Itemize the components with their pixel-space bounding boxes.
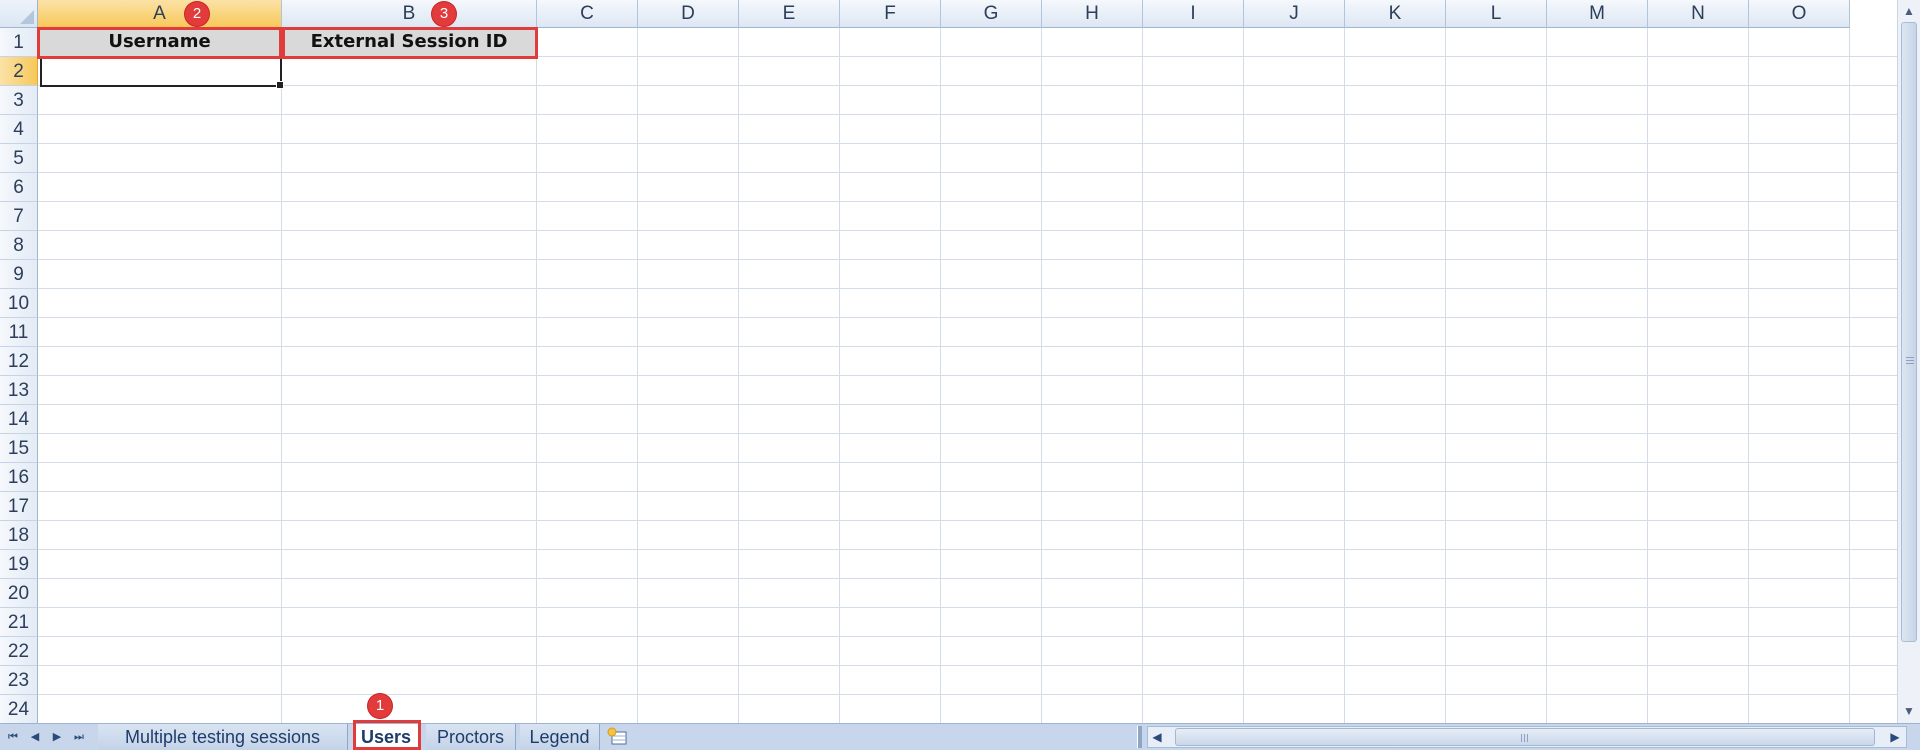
gridline-horizontal (38, 288, 1897, 289)
gridline-horizontal (38, 578, 1897, 579)
row-header-15[interactable]: 15 (0, 434, 38, 463)
gridline-horizontal (38, 694, 1897, 695)
gridline-horizontal (38, 346, 1897, 347)
annotation-badge-3: 3 (432, 2, 456, 26)
insert-sheet-icon[interactable] (607, 727, 629, 747)
row-header-2[interactable]: 2 (0, 57, 38, 86)
gridline-horizontal (38, 114, 1897, 115)
scroll-right-icon[interactable]: ▶ (1885, 726, 1905, 748)
gridline-horizontal (38, 317, 1897, 318)
row-header-13[interactable]: 13 (0, 376, 38, 405)
row-header-7[interactable]: 7 (0, 202, 38, 231)
horizontal-scroll-thumb[interactable] (1175, 728, 1875, 746)
column-header-g[interactable]: G (941, 0, 1042, 28)
column-header-l[interactable]: L (1446, 0, 1547, 28)
row-header-3[interactable]: 3 (0, 86, 38, 115)
row-header-19[interactable]: 19 (0, 550, 38, 579)
active-cell-a2[interactable] (40, 57, 284, 89)
row-header-12[interactable]: 12 (0, 347, 38, 376)
horizontal-scrollbar[interactable]: ◀ ▶ (1147, 726, 1920, 748)
row-header-24[interactable]: 24 (0, 695, 38, 723)
row-header-11[interactable]: 11 (0, 318, 38, 347)
gridline-horizontal (38, 172, 1897, 173)
column-header-i[interactable]: I (1143, 0, 1244, 28)
sheet-tab-users[interactable]: Users (353, 724, 419, 750)
gridline-horizontal (38, 230, 1897, 231)
prev-sheet-icon[interactable]: ◀ (26, 728, 44, 746)
scroll-down-icon[interactable]: ▼ (1898, 700, 1920, 722)
row-header-10[interactable]: 10 (0, 289, 38, 318)
row-header-22[interactable]: 22 (0, 637, 38, 666)
vertical-scrollbar[interactable]: ▲ ▼ (1897, 0, 1920, 723)
sheet-tab-proctors[interactable]: Proctors (426, 724, 516, 750)
gridline-horizontal (38, 433, 1897, 434)
grip-icon (1906, 357, 1914, 365)
row-header-17[interactable]: 17 (0, 492, 38, 521)
column-header-a[interactable]: A (38, 0, 282, 28)
column-header-d[interactable]: D (638, 0, 739, 28)
column-header-e[interactable]: E (739, 0, 840, 28)
row-header-16[interactable]: 16 (0, 463, 38, 492)
row-header-5[interactable]: 5 (0, 144, 38, 173)
sheet-tab-legend[interactable]: Legend (520, 724, 600, 750)
sheet-tab-bar: ⏮ ◀ ▶ ⏭ Multiple testing sessions Users … (0, 694, 1920, 750)
column-header-j[interactable]: J (1244, 0, 1345, 28)
select-all-corner[interactable] (0, 0, 38, 28)
gridline-horizontal (38, 201, 1897, 202)
scroll-up-icon[interactable]: ▲ (1898, 0, 1920, 22)
gridline-horizontal (38, 636, 1897, 637)
next-sheet-icon[interactable]: ▶ (48, 728, 66, 746)
gridline-horizontal (38, 143, 1897, 144)
column-header-n[interactable]: N (1648, 0, 1749, 28)
gridline-horizontal (38, 665, 1897, 666)
cell-a1-username[interactable]: Username (38, 28, 282, 57)
vertical-scroll-thumb[interactable] (1901, 22, 1917, 642)
gridline-horizontal (38, 375, 1897, 376)
gridline-horizontal (38, 85, 1897, 86)
column-header-c[interactable]: C (537, 0, 638, 28)
gridline-horizontal (38, 259, 1897, 260)
select-all-triangle-icon (20, 10, 34, 24)
fill-handle[interactable] (276, 81, 284, 89)
cell-b1-external-session-id[interactable]: External Session ID (282, 28, 537, 57)
column-header-b[interactable]: B (282, 0, 537, 28)
last-sheet-icon[interactable]: ⏭ (70, 728, 88, 746)
row-header-21[interactable]: 21 (0, 608, 38, 637)
first-sheet-icon[interactable]: ⏮ (4, 728, 22, 746)
gridline-horizontal (38, 607, 1897, 608)
gridline-horizontal (38, 549, 1897, 550)
row-header-23[interactable]: 23 (0, 666, 38, 695)
gridline-horizontal (38, 404, 1897, 405)
row-header-1[interactable]: 1 (0, 28, 38, 57)
column-header-k[interactable]: K (1345, 0, 1446, 28)
column-header-h[interactable]: H (1042, 0, 1143, 28)
row-header-18[interactable]: 18 (0, 521, 38, 550)
column-header-m[interactable]: M (1547, 0, 1648, 28)
annotation-badge-2: 2 (185, 2, 209, 26)
column-header-f[interactable]: F (840, 0, 941, 28)
column-header-o[interactable]: O (1749, 0, 1850, 28)
row-header-20[interactable]: 20 (0, 579, 38, 608)
sheet-tab-multiple-testing-sessions[interactable]: Multiple testing sessions (98, 724, 348, 750)
row-header-9[interactable]: 9 (0, 260, 38, 289)
scroll-left-icon[interactable]: ◀ (1147, 726, 1167, 748)
spreadsheet-grid[interactable]: ABCDEFGHIJKLMNO 1 2 3 4 5 6 7 8 9 10 11 12 13 14 15 16 1… (0, 0, 1897, 723)
row-header-8[interactable]: 8 (0, 231, 38, 260)
grip-icon (1521, 734, 1529, 742)
gridline-horizontal (38, 462, 1897, 463)
gridline-horizontal (38, 491, 1897, 492)
row-header-6[interactable]: 6 (0, 173, 38, 202)
annotation-badge-1: 1 (368, 694, 392, 718)
row-header-4[interactable]: 4 (0, 115, 38, 144)
gridline-horizontal (38, 520, 1897, 521)
tab-split-handle[interactable] (1137, 726, 1142, 748)
row-header-14[interactable]: 14 (0, 405, 38, 434)
